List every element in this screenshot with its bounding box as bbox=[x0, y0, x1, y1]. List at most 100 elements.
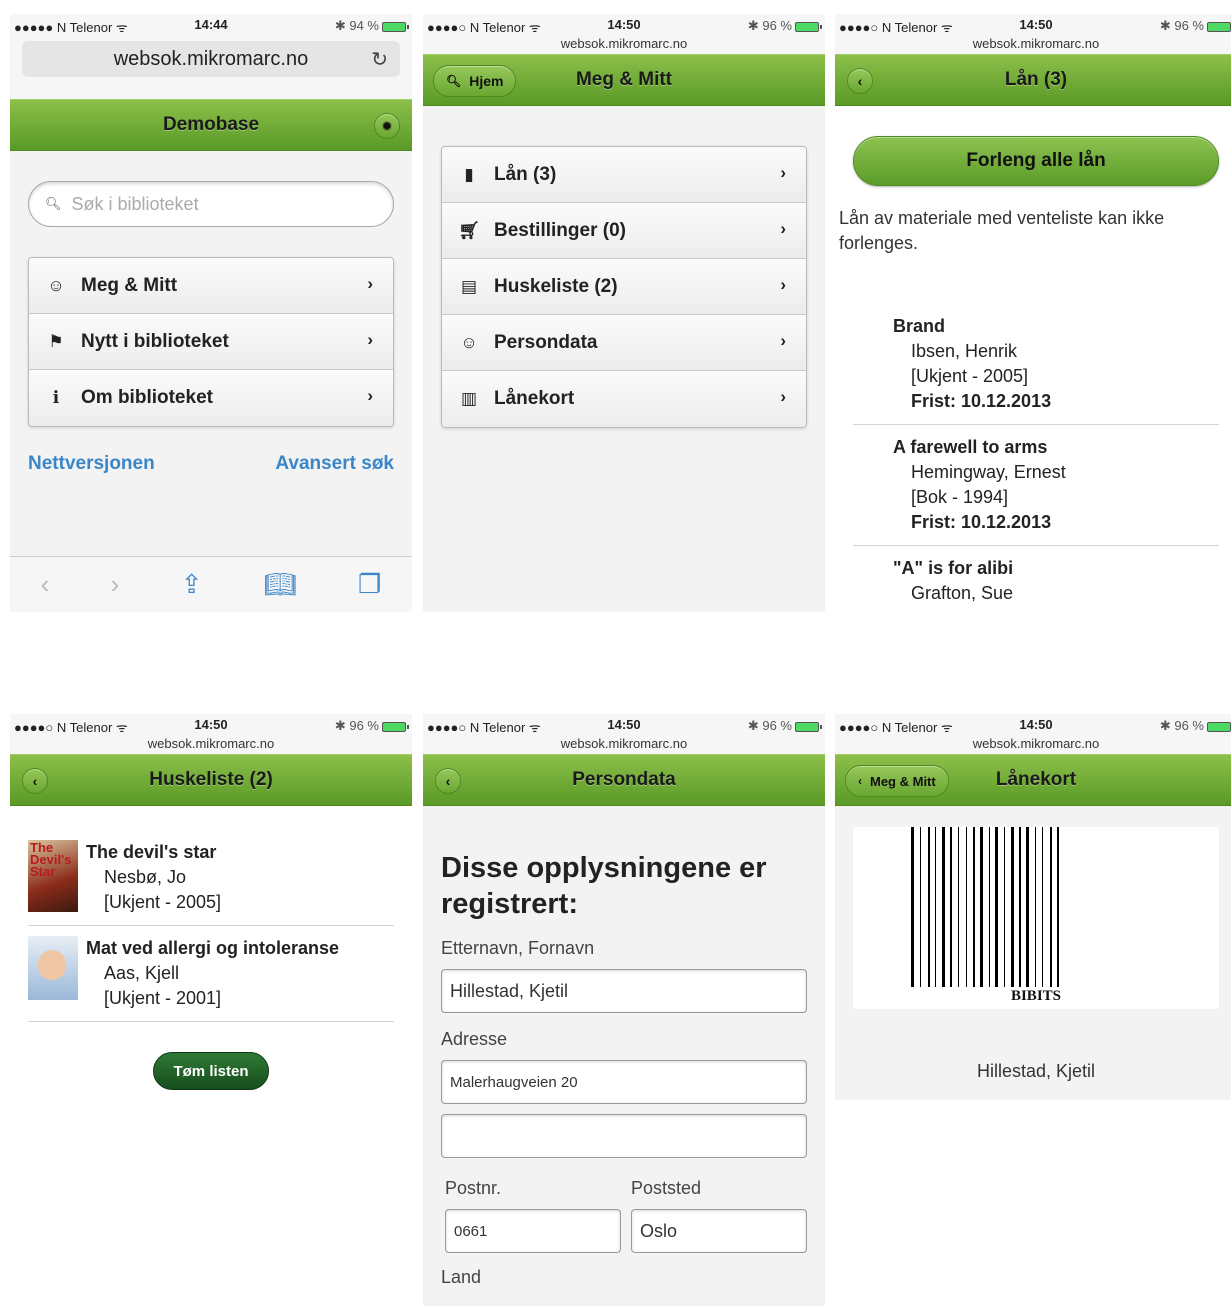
list-item[interactable]: Brand Ibsen, Henrik [Ukjent - 2005] Fris… bbox=[853, 308, 1219, 425]
clock: 14:44 bbox=[194, 17, 228, 32]
clear-list-button[interactable]: Tøm listen bbox=[153, 1052, 269, 1090]
menu-item-label: Persondata bbox=[494, 331, 598, 353]
screen-home: ●●●●● N Telenor ᯤ 14:44 ✱ 94 % websok.mi… bbox=[10, 14, 412, 612]
link-nettversjonen[interactable]: Nettversjonen bbox=[28, 453, 155, 475]
chevron-left-icon: ‹ bbox=[858, 774, 862, 788]
url-text: websok.mikromarc.no bbox=[423, 36, 825, 54]
battery-icon bbox=[1207, 21, 1231, 32]
book-cover: The Devil's Star bbox=[28, 840, 78, 912]
barcode-bar bbox=[995, 827, 998, 987]
header-bar: Demobase ✹ bbox=[10, 99, 412, 151]
page-title: Lån (3) bbox=[1004, 69, 1068, 90]
chevron-left-icon[interactable]: ‹ bbox=[22, 768, 48, 794]
page-title: Lånekort bbox=[995, 769, 1077, 790]
barcode-bar bbox=[928, 827, 930, 987]
battery-indicator: ✱ 96 % bbox=[1160, 718, 1231, 734]
city-label: Poststed bbox=[631, 1178, 702, 1198]
search-icon: 🔍︎ bbox=[446, 74, 462, 88]
share-icon[interactable]: ⇪ bbox=[181, 569, 203, 600]
chevron-left-icon[interactable]: ‹ bbox=[435, 768, 461, 794]
home-button-label: Hjem bbox=[469, 73, 504, 89]
chevron-right-icon: › bbox=[367, 330, 373, 349]
reload-icon[interactable]: ↻ bbox=[371, 47, 388, 72]
menu-item-label: Lånekort bbox=[494, 388, 575, 409]
header-bar: ‹ Lån (3) bbox=[835, 54, 1231, 106]
zip-field[interactable]: 0661 bbox=[445, 1209, 621, 1253]
url-text: websok.mikromarc.no bbox=[835, 36, 1231, 54]
chevron-right-icon: › bbox=[367, 274, 373, 293]
clock: 14:50 bbox=[1019, 717, 1053, 732]
menu-item-meg-mitt[interactable]: ☺ Meg & Mitt › bbox=[29, 258, 393, 314]
main-menu: ☺ Meg & Mitt › ⚑ Nytt i biblioteket › ℹ … bbox=[28, 257, 394, 427]
gear-icon[interactable]: ✹ bbox=[374, 113, 400, 139]
list-item[interactable]: Mat ved allergi og intoleranse Aas, Kjel… bbox=[28, 926, 394, 1022]
page-title: Persondata bbox=[572, 769, 676, 790]
status-bar: ●●●●○ N Telenor ᯤ 14:50 ✱ 96 % bbox=[835, 14, 1231, 36]
carrier-label: ●●●●○ N Telenor ᯤ bbox=[427, 720, 541, 735]
barcode-bar bbox=[973, 827, 975, 987]
search-icon: 🔍︎ bbox=[45, 196, 62, 211]
url-text: websok.mikromarc.no bbox=[835, 736, 1231, 754]
chevron-left-icon[interactable]: ‹ bbox=[847, 68, 873, 94]
page-title: Meg & Mitt bbox=[575, 69, 673, 90]
back-button-label: Meg & Mitt bbox=[870, 773, 936, 789]
wish-author: Aas, Kjell bbox=[104, 963, 180, 983]
carrier-label: ●●●●○ N Telenor ᯤ bbox=[839, 20, 953, 35]
chevron-right-icon: › bbox=[780, 219, 786, 238]
barcode-bar bbox=[920, 827, 921, 987]
menu-item-om[interactable]: ℹ Om biblioteket › bbox=[29, 370, 393, 426]
link-avansert-sok[interactable]: Avansert søk bbox=[275, 453, 394, 475]
screen-meg-mitt: ●●●●○ N Telenor ᯤ 14:50 ✱ 96 % websok.mi… bbox=[423, 14, 825, 612]
forward-arrow-icon[interactable]: › bbox=[111, 569, 120, 600]
user-icon: ☺ bbox=[460, 332, 478, 352]
menu-item-nytt[interactable]: ⚑ Nytt i biblioteket › bbox=[29, 314, 393, 370]
search-input[interactable]: 🔍︎ Søk i biblioteket bbox=[28, 181, 394, 227]
battery-label: ✱ 96 % bbox=[1159, 18, 1204, 33]
home-button[interactable]: 🔍︎ Hjem bbox=[433, 65, 517, 97]
loan-author: Grafton, Sue bbox=[911, 583, 1014, 603]
zip-label: Postnr. bbox=[445, 1178, 502, 1198]
card-owner: Hillestad, Kjetil bbox=[976, 1061, 1096, 1081]
wish-title: Mat ved allergi og intoleranse bbox=[86, 938, 340, 958]
url-text: websok.mikromarc.no bbox=[423, 736, 825, 754]
list-item[interactable]: "A" is for alibi Grafton, Sue bbox=[853, 546, 1219, 612]
page-title: Huskeliste (2) bbox=[149, 769, 273, 790]
menu-item-label: Nytt i biblioteket bbox=[81, 330, 229, 352]
menu-item-lanekort[interactable]: ▥ Lånekort › bbox=[442, 371, 806, 427]
battery-label: ✱ 94 % bbox=[334, 18, 379, 33]
footer-links: Nettversjonen Avansert søk bbox=[28, 453, 394, 475]
back-button[interactable]: ‹ Meg & Mitt bbox=[845, 765, 949, 797]
barcode-icon: ▥ bbox=[460, 389, 478, 408]
barcode-bar bbox=[1026, 827, 1029, 987]
clock: 14:50 bbox=[194, 717, 228, 732]
loan-due: Frist: 10.12.2013 bbox=[911, 512, 1052, 532]
wish-info: [Ukjent - 2001] bbox=[104, 988, 222, 1008]
battery-label: ✱ 96 % bbox=[747, 718, 792, 733]
back-arrow-icon[interactable]: ‹ bbox=[41, 569, 50, 600]
battery-indicator: ✱ 96 % bbox=[748, 18, 822, 34]
menu-item-bestillinger[interactable]: 🛒︎ Bestillinger (0) › bbox=[442, 203, 806, 259]
page-title: Demobase bbox=[162, 114, 260, 135]
loan-info: [Bok - 1994] bbox=[911, 487, 1009, 507]
header-bar: ‹ Persondata bbox=[423, 754, 825, 806]
menu-item-lan[interactable]: ▮ Lån (3) › bbox=[442, 147, 806, 203]
list-item[interactable]: The Devil's Star The devil's star Nesbø,… bbox=[28, 836, 394, 926]
address-line2-field[interactable] bbox=[441, 1114, 807, 1158]
menu-item-label: Om biblioteket bbox=[81, 387, 213, 408]
bookmarks-icon[interactable]: 📖︎ bbox=[264, 569, 297, 600]
battery-label: ✱ 96 % bbox=[334, 718, 379, 733]
loan-list: Brand Ibsen, Henrik [Ukjent - 2005] Fris… bbox=[853, 308, 1219, 612]
menu-item-label: Bestillinger (0) bbox=[494, 219, 626, 241]
menu-item-huskeliste[interactable]: ▤ Huskeliste (2) › bbox=[442, 259, 806, 315]
list-item[interactable]: A farewell to arms Hemingway, Ernest [Bo… bbox=[853, 425, 1219, 546]
name-field[interactable]: Hillestad, Kjetil bbox=[441, 969, 807, 1013]
address-line1-field[interactable]: Malerhaugveien 20 bbox=[441, 1060, 807, 1104]
address-bar[interactable]: websok.mikromarc.no ↻ bbox=[22, 41, 400, 77]
tabs-icon[interactable]: ❐ bbox=[358, 569, 381, 600]
city-field[interactable]: Oslo bbox=[631, 1209, 807, 1253]
barcode: BIBITS bbox=[853, 827, 1219, 1009]
renew-all-button[interactable]: Forleng alle lån bbox=[853, 136, 1219, 186]
menu-item-persondata[interactable]: ☺ Persondata › bbox=[442, 315, 806, 371]
battery-icon bbox=[382, 21, 409, 32]
battery-indicator: ✱ 96 % bbox=[1160, 18, 1231, 34]
